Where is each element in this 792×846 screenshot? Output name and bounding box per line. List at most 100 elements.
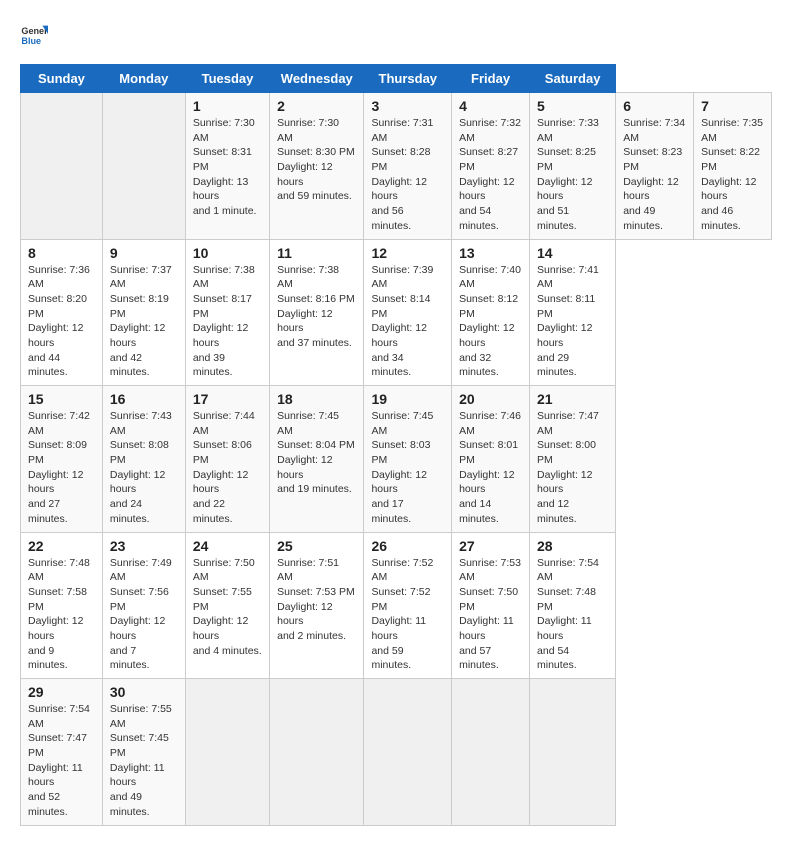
day-info: Sunrise: 7:54 AM Sunset: 7:48 PM Dayligh… xyxy=(537,556,608,674)
day-info: Sunrise: 7:33 AM Sunset: 8:25 PM Dayligh… xyxy=(537,116,608,234)
calendar-cell xyxy=(185,679,269,826)
calendar-cell: 29 Sunrise: 7:54 AM Sunset: 7:47 PM Dayl… xyxy=(21,679,103,826)
calendar-cell: 1 Sunrise: 7:30 AM Sunset: 8:31 PM Dayli… xyxy=(185,93,269,240)
calendar-cell: 21 Sunrise: 7:47 AM Sunset: 8:00 PM Dayl… xyxy=(530,386,616,533)
day-number: 26 xyxy=(371,538,444,554)
calendar-cell: 5 Sunrise: 7:33 AM Sunset: 8:25 PM Dayli… xyxy=(530,93,616,240)
day-number: 20 xyxy=(459,391,522,407)
logo-icon: General Blue xyxy=(20,20,48,48)
calendar-cell: 19 Sunrise: 7:45 AM Sunset: 8:03 PM Dayl… xyxy=(364,386,452,533)
calendar-cell: 9 Sunrise: 7:37 AM Sunset: 8:19 PM Dayli… xyxy=(102,239,185,386)
day-info: Sunrise: 7:47 AM Sunset: 8:00 PM Dayligh… xyxy=(537,409,608,527)
day-number: 14 xyxy=(537,245,608,261)
day-info: Sunrise: 7:32 AM Sunset: 8:27 PM Dayligh… xyxy=(459,116,522,234)
calendar-cell: 22 Sunrise: 7:48 AM Sunset: 7:58 PM Dayl… xyxy=(21,532,103,679)
day-info: Sunrise: 7:53 AM Sunset: 7:50 PM Dayligh… xyxy=(459,556,522,674)
calendar-cell: 17 Sunrise: 7:44 AM Sunset: 8:06 PM Dayl… xyxy=(185,386,269,533)
day-info: Sunrise: 7:42 AM Sunset: 8:09 PM Dayligh… xyxy=(28,409,95,527)
day-number: 1 xyxy=(193,98,262,114)
calendar-cell: 27 Sunrise: 7:53 AM Sunset: 7:50 PM Dayl… xyxy=(452,532,530,679)
calendar-week-1: 1 Sunrise: 7:30 AM Sunset: 8:31 PM Dayli… xyxy=(21,93,772,240)
calendar-cell: 28 Sunrise: 7:54 AM Sunset: 7:48 PM Dayl… xyxy=(530,532,616,679)
day-number: 11 xyxy=(277,245,356,261)
weekday-header-thursday: Thursday xyxy=(364,65,452,93)
day-number: 21 xyxy=(537,391,608,407)
day-number: 24 xyxy=(193,538,262,554)
calendar-cell: 16 Sunrise: 7:43 AM Sunset: 8:08 PM Dayl… xyxy=(102,386,185,533)
day-number: 13 xyxy=(459,245,522,261)
day-info: Sunrise: 7:51 AM Sunset: 7:53 PM Dayligh… xyxy=(277,556,356,644)
day-info: Sunrise: 7:40 AM Sunset: 8:12 PM Dayligh… xyxy=(459,263,522,381)
day-info: Sunrise: 7:43 AM Sunset: 8:08 PM Dayligh… xyxy=(110,409,178,527)
day-info: Sunrise: 7:45 AM Sunset: 8:03 PM Dayligh… xyxy=(371,409,444,527)
day-number: 12 xyxy=(371,245,444,261)
day-info: Sunrise: 7:41 AM Sunset: 8:11 PM Dayligh… xyxy=(537,263,608,381)
calendar-cell xyxy=(452,679,530,826)
day-number: 9 xyxy=(110,245,178,261)
svg-text:Blue: Blue xyxy=(21,36,41,46)
day-number: 25 xyxy=(277,538,356,554)
day-number: 19 xyxy=(371,391,444,407)
calendar-cell: 24 Sunrise: 7:50 AM Sunset: 7:55 PM Dayl… xyxy=(185,532,269,679)
calendar-cell: 20 Sunrise: 7:46 AM Sunset: 8:01 PM Dayl… xyxy=(452,386,530,533)
day-number: 27 xyxy=(459,538,522,554)
calendar-cell: 10 Sunrise: 7:38 AM Sunset: 8:17 PM Dayl… xyxy=(185,239,269,386)
header: General Blue xyxy=(20,20,772,48)
weekday-header-friday: Friday xyxy=(452,65,530,93)
weekday-header-tuesday: Tuesday xyxy=(185,65,269,93)
calendar-cell: 13 Sunrise: 7:40 AM Sunset: 8:12 PM Dayl… xyxy=(452,239,530,386)
calendar-cell xyxy=(364,679,452,826)
calendar-week-5: 29 Sunrise: 7:54 AM Sunset: 7:47 PM Dayl… xyxy=(21,679,772,826)
calendar-week-4: 22 Sunrise: 7:48 AM Sunset: 7:58 PM Dayl… xyxy=(21,532,772,679)
day-number: 22 xyxy=(28,538,95,554)
day-info: Sunrise: 7:38 AM Sunset: 8:17 PM Dayligh… xyxy=(193,263,262,381)
day-info: Sunrise: 7:35 AM Sunset: 8:22 PM Dayligh… xyxy=(701,116,764,234)
calendar-cell: 6 Sunrise: 7:34 AM Sunset: 8:23 PM Dayli… xyxy=(616,93,694,240)
day-info: Sunrise: 7:30 AM Sunset: 8:30 PM Dayligh… xyxy=(277,116,356,204)
day-number: 30 xyxy=(110,684,178,700)
weekday-header-monday: Monday xyxy=(102,65,185,93)
day-info: Sunrise: 7:50 AM Sunset: 7:55 PM Dayligh… xyxy=(193,556,262,659)
day-number: 16 xyxy=(110,391,178,407)
calendar-cell: 8 Sunrise: 7:36 AM Sunset: 8:20 PM Dayli… xyxy=(21,239,103,386)
calendar-week-2: 8 Sunrise: 7:36 AM Sunset: 8:20 PM Dayli… xyxy=(21,239,772,386)
weekday-header-sunday: Sunday xyxy=(21,65,103,93)
day-info: Sunrise: 7:48 AM Sunset: 7:58 PM Dayligh… xyxy=(28,556,95,674)
day-info: Sunrise: 7:37 AM Sunset: 8:19 PM Dayligh… xyxy=(110,263,178,381)
calendar-cell: 23 Sunrise: 7:49 AM Sunset: 7:56 PM Dayl… xyxy=(102,532,185,679)
calendar-table: SundayMondayTuesdayWednesdayThursdayFrid… xyxy=(20,64,772,826)
day-info: Sunrise: 7:44 AM Sunset: 8:06 PM Dayligh… xyxy=(193,409,262,527)
calendar-cell: 26 Sunrise: 7:52 AM Sunset: 7:52 PM Dayl… xyxy=(364,532,452,679)
weekday-header-wednesday: Wednesday xyxy=(270,65,364,93)
calendar-cell xyxy=(530,679,616,826)
day-number: 10 xyxy=(193,245,262,261)
calendar-cell: 7 Sunrise: 7:35 AM Sunset: 8:22 PM Dayli… xyxy=(694,93,772,240)
calendar-cell: 11 Sunrise: 7:38 AM Sunset: 8:16 PM Dayl… xyxy=(270,239,364,386)
day-number: 7 xyxy=(701,98,764,114)
day-number: 6 xyxy=(623,98,686,114)
day-number: 23 xyxy=(110,538,178,554)
day-info: Sunrise: 7:46 AM Sunset: 8:01 PM Dayligh… xyxy=(459,409,522,527)
day-info: Sunrise: 7:49 AM Sunset: 7:56 PM Dayligh… xyxy=(110,556,178,674)
day-number: 2 xyxy=(277,98,356,114)
day-number: 4 xyxy=(459,98,522,114)
day-info: Sunrise: 7:55 AM Sunset: 7:45 PM Dayligh… xyxy=(110,702,178,820)
day-number: 17 xyxy=(193,391,262,407)
day-info: Sunrise: 7:54 AM Sunset: 7:47 PM Dayligh… xyxy=(28,702,95,820)
calendar-cell xyxy=(102,93,185,240)
day-info: Sunrise: 7:30 AM Sunset: 8:31 PM Dayligh… xyxy=(193,116,262,219)
calendar-cell: 2 Sunrise: 7:30 AM Sunset: 8:30 PM Dayli… xyxy=(270,93,364,240)
day-number: 29 xyxy=(28,684,95,700)
calendar-cell: 14 Sunrise: 7:41 AM Sunset: 8:11 PM Dayl… xyxy=(530,239,616,386)
day-number: 3 xyxy=(371,98,444,114)
logo: General Blue xyxy=(20,20,52,48)
day-info: Sunrise: 7:36 AM Sunset: 8:20 PM Dayligh… xyxy=(28,263,95,381)
calendar-cell: 15 Sunrise: 7:42 AM Sunset: 8:09 PM Dayl… xyxy=(21,386,103,533)
calendar-cell: 25 Sunrise: 7:51 AM Sunset: 7:53 PM Dayl… xyxy=(270,532,364,679)
day-number: 5 xyxy=(537,98,608,114)
weekday-header-saturday: Saturday xyxy=(530,65,616,93)
day-number: 28 xyxy=(537,538,608,554)
calendar-cell xyxy=(270,679,364,826)
calendar-cell: 30 Sunrise: 7:55 AM Sunset: 7:45 PM Dayl… xyxy=(102,679,185,826)
day-info: Sunrise: 7:39 AM Sunset: 8:14 PM Dayligh… xyxy=(371,263,444,381)
